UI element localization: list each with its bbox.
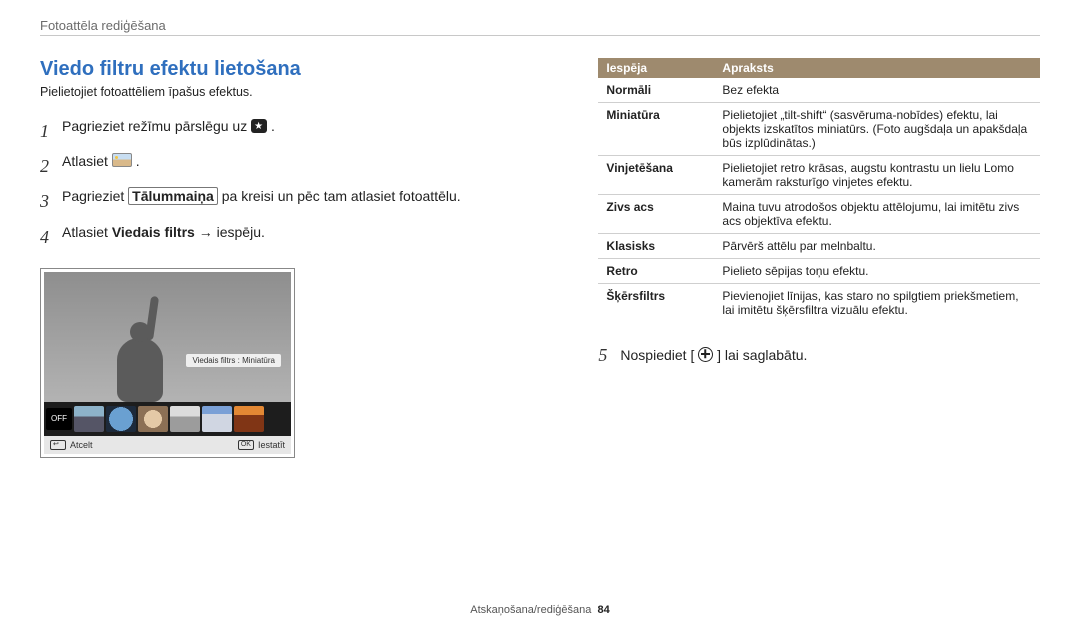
filter-thumb [74,406,104,432]
description-cell: Pielietojiet „tilt-shift“ (sasvēruma-nob… [714,103,1040,156]
table-row: Retro Pielieto sēpijas toņu efektu. [598,259,1040,284]
table-row: Normāli Bez efekta [598,78,1040,103]
step-text: Atlasiet Viedais filtrs → iespēju. [62,219,558,246]
filter-off-chip: OFF [46,408,72,430]
device-screen: Viedais filtrs : Miniatūra [44,272,291,402]
description-cell: Bez efekta [714,78,1040,103]
option-cell: Klasisks [598,234,714,259]
step-number: 2 [40,148,62,183]
options-table: Iespēja Apraksts Normāli Bez efekta Mini… [598,58,1040,322]
filter-thumb [202,406,232,432]
section-title: Viedo filtru efektu lietošana [40,58,558,81]
step-text: Pagrieziet režīmu pārslēgu uz . [62,113,558,140]
page: Fotoattēla rediģēšana Viedo filtru efekt… [0,0,1080,630]
footer-section: Atskaņošana/rediģēšana [470,604,591,616]
step-3: 3 Pagrieziet Tālummaiņa pa kreisi un pēc… [40,183,558,218]
breadcrumb: Fotoattēla rediģēšana [40,18,1040,33]
photo-silhouette-icon [103,292,177,402]
description-cell: Pārvērš attēlu par melnbaltu. [714,234,1040,259]
macro-flower-icon [698,347,713,362]
step-2: 2 Atlasiet . [40,148,558,183]
filter-thumb [234,406,264,432]
device-bottom-bar: ↩ Atcelt OK Iestatīt [44,436,291,454]
step-number: 5 [598,344,620,366]
step-4: 4 Atlasiet Viedais filtrs → iespēju. [40,219,558,254]
table-row: Šķērsfiltrs Pievienojiet līnijas, kas st… [598,284,1040,323]
step-text: Pagrieziet Tālummaiņa pa kreisi un pēc t… [62,183,558,210]
description-cell: Maina tuvu atrodošos objektu attēlojumu,… [714,195,1040,234]
step-1: 1 Pagrieziet režīmu pārslēgu uz . [40,113,558,148]
photo-thumbnail-icon [112,153,132,167]
mode-dial-icon [251,119,267,133]
content-columns: Viedo filtru efektu lietošana Pielietoji… [40,58,1040,458]
page-footer: Atskaņošana/rediģēšana 84 [0,604,1080,616]
table-row: Klasisks Pārvērš attēlu par melnbaltu. [598,234,1040,259]
description-header: Apraksts [714,58,1040,78]
cancel-hint: ↩ Atcelt [50,440,93,450]
steps-list: 1 Pagrieziet režīmu pārslēgu uz . 2 Atla… [40,113,558,254]
table-row: Miniatūra Pielietojiet „tilt-shift“ (sas… [598,103,1040,156]
step-number: 4 [40,219,62,254]
table-row: Vinjetēšana Pielietojiet retro krāsas, a… [598,156,1040,195]
filter-thumbnail-strip: OFF [44,402,291,436]
ok-key-icon: OK [238,440,254,450]
table-row: Zivs acs Maina tuvu atrodošos objektu at… [598,195,1040,234]
description-cell: Pielieto sēpijas toņu efektu. [714,259,1040,284]
option-cell: Normāli [598,78,714,103]
step-number: 3 [40,183,62,218]
option-cell: Miniatūra [598,103,714,156]
header-rule [40,35,1040,36]
section-subtitle: Pielietojiet fotoattēliem īpašus efektus… [40,85,558,99]
description-cell: Pielietojiet retro krāsas, augstu kontra… [714,156,1040,195]
option-cell: Retro [598,259,714,284]
filter-thumb [106,406,136,432]
step-number: 1 [40,113,62,148]
zoom-boxed-label: Tālummaiņa [128,187,218,205]
filter-thumb [138,406,168,432]
step-5: 5 Nospiediet [ ] lai saglabātu. [598,344,1040,366]
smart-filter-bold: Viedais filtrs [112,224,195,240]
description-cell: Pievienojiet līnijas, kas staro no spilg… [714,284,1040,323]
step-text: Atlasiet . [62,148,558,175]
current-filter-label: Viedais filtrs : Miniatūra [186,354,281,367]
device-screenshot: Viedais filtrs : Miniatūra OFF ↩ Atcelt [40,268,295,458]
filter-thumb [170,406,200,432]
footer-page-number: 84 [597,604,609,616]
option-header: Iespēja [598,58,714,78]
left-column: Viedo filtru efektu lietošana Pielietoji… [40,58,558,458]
confirm-hint: OK Iestatīt [238,440,285,450]
option-cell: Zivs acs [598,195,714,234]
option-cell: Vinjetēšana [598,156,714,195]
step-text: Nospiediet [ ] lai saglabātu. [620,347,1040,363]
right-column: Iespēja Apraksts Normāli Bez efekta Mini… [598,58,1040,458]
back-key-icon: ↩ [50,440,66,450]
option-cell: Šķērsfiltrs [598,284,714,323]
